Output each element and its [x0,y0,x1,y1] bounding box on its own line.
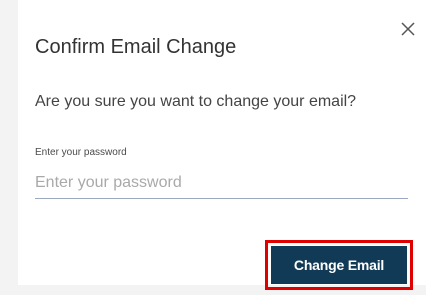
dialog-title: Confirm Email Change [35,36,237,58]
highlight-outline: Change Email [265,240,413,290]
password-field-label: Enter your password [35,147,127,158]
page-backdrop: Confirm Email Change Are you sure you wa… [0,0,426,295]
password-field[interactable] [35,168,408,199]
confirm-email-dialog: Confirm Email Change Are you sure you wa… [18,0,426,290]
close-button[interactable] [397,18,419,40]
close-icon [401,22,415,36]
change-email-button[interactable]: Change Email [271,246,407,284]
dialog-message: Are you sure you want to change your ema… [35,93,357,110]
